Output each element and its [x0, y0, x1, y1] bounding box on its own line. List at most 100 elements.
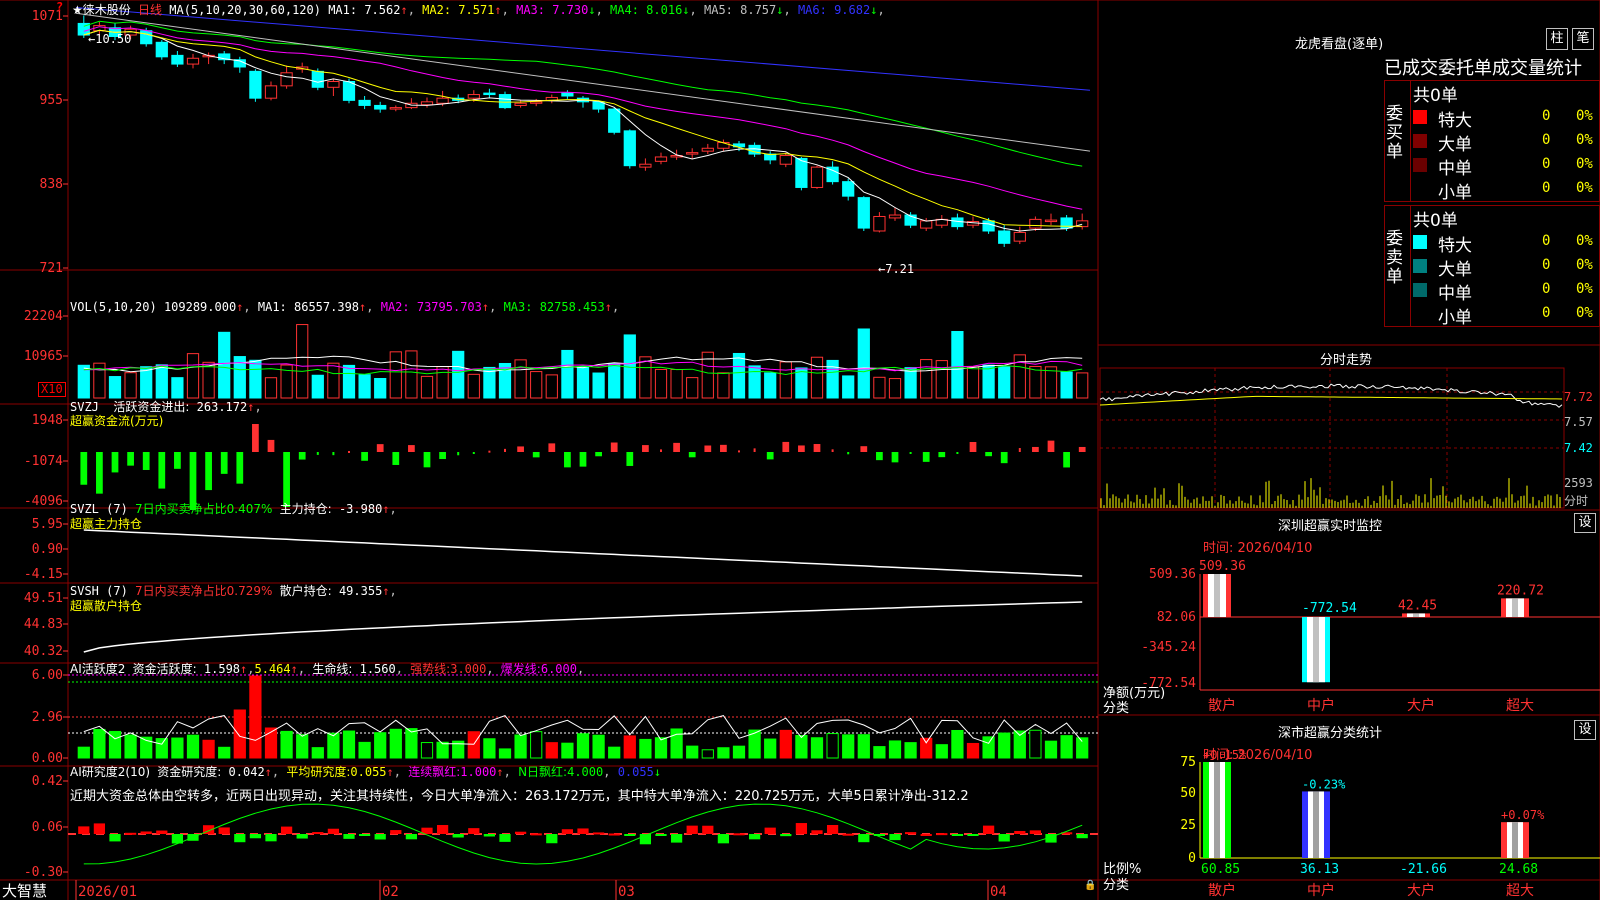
- svzj-bar: [488, 450, 491, 453]
- ai-active-bar: [592, 734, 605, 759]
- candle-body: [436, 97, 449, 104]
- svzj-bar: [579, 452, 587, 467]
- candle-body: [842, 181, 855, 197]
- life-line-value: 1.560: [359, 662, 396, 676]
- vol-ma-arrow-3: ↑: [604, 300, 612, 314]
- svzj-bar: [985, 452, 992, 457]
- research-bar: [624, 834, 636, 836]
- research-bar: [483, 834, 496, 837]
- volume-bar: [982, 364, 995, 399]
- sz-monitor-y-label-2: -345.24: [1141, 640, 1196, 655]
- candle-body: [1029, 218, 1042, 229]
- svzj-bar: [766, 452, 774, 460]
- buy-swatch-0: [1413, 110, 1427, 124]
- lock-icon[interactable]: 🔒: [1084, 880, 1096, 891]
- ai-active-bar: [795, 734, 808, 759]
- research-bar: [655, 834, 667, 836]
- burst-line-value: 6.000: [540, 662, 577, 676]
- ai-active-bar: [296, 734, 309, 759]
- research-value: 0.042: [228, 765, 265, 779]
- corner-mark[interactable]: ?: [56, 0, 63, 14]
- candle-body: [483, 92, 496, 96]
- svzj-value: 263.172: [196, 400, 248, 414]
- tick-mode-button[interactable]: 笔: [1572, 28, 1594, 50]
- research-bar: [78, 826, 90, 834]
- buy-row-pct-0: 0%: [1576, 108, 1593, 124]
- intraday-frame: [1099, 367, 1565, 509]
- candle-body: [982, 220, 995, 232]
- buy-row-label-2: 中单: [1438, 159, 1472, 179]
- sell-total: 共0单: [1413, 211, 1458, 231]
- sz-class-bottom-value-3: 24.68: [1499, 862, 1538, 877]
- ai-active-label: 资金活跃度:: [132, 662, 197, 676]
- candle-body: [467, 94, 480, 99]
- ai-active-bar: [576, 733, 590, 759]
- svzj-bar: [408, 445, 415, 452]
- ai-active-bar: [202, 739, 215, 759]
- volume-bar: [202, 361, 215, 399]
- svzj-bar: [688, 452, 696, 458]
- sell-side-divider: [1410, 205, 1411, 327]
- candle-body: [920, 220, 933, 229]
- volume-bar: [561, 349, 574, 399]
- intraday-price-low: 7.42: [1564, 441, 1593, 455]
- intraday-price-mid: 7.57: [1564, 415, 1593, 429]
- volume-bar: [389, 351, 402, 399]
- candle-body: [873, 215, 886, 232]
- sz-class-category-2: 大户: [1407, 882, 1435, 899]
- svzj-bar: [423, 452, 431, 468]
- research-bar: [530, 833, 542, 836]
- sz-monitor-settings-button[interactable]: 设: [1574, 513, 1596, 533]
- continuous-red-label: 连续飘红:: [408, 765, 461, 779]
- volume-bar: [311, 374, 324, 399]
- ai-active-bar: [311, 747, 324, 759]
- sz-class-category-1: 中户: [1307, 882, 1335, 899]
- svsh-y-label-1: 44.83: [24, 617, 63, 632]
- period-label[interactable]: 日线: [138, 3, 162, 17]
- sell-row-label-0: 特大: [1438, 236, 1472, 256]
- main-y-label-3: 721: [40, 261, 63, 276]
- svzl-subtitle: 超赢主力持仓: [70, 517, 143, 531]
- ai-active-bar: [249, 675, 262, 759]
- candle-body: [608, 108, 621, 133]
- sz-monitor-category-1: 中户: [1307, 697, 1335, 714]
- ai-active-bar: [1029, 729, 1042, 759]
- svzj-bar: [472, 452, 475, 454]
- bar-mode-button[interactable]: 柱: [1546, 28, 1568, 50]
- sz-class-settings-button[interactable]: 设: [1574, 720, 1596, 740]
- candle-body: [498, 94, 512, 109]
- intraday-price-high: 7.72: [1564, 390, 1593, 404]
- buy-row-count-0: 0: [1542, 108, 1551, 124]
- ai-active-y-label-1: 2.96: [32, 710, 63, 725]
- ai-active-bar: [998, 732, 1011, 759]
- brand-label[interactable]: 大智慧: [2, 880, 47, 900]
- ai-active-bar: [467, 731, 480, 759]
- svzj-bar: [158, 452, 166, 489]
- volume-bar: [670, 368, 683, 399]
- candle-body: [951, 217, 964, 228]
- svsh-value: 49.355: [338, 584, 383, 598]
- svzj-y-label-2: -4096: [24, 494, 63, 509]
- ai-active-value2: 5.464: [254, 662, 291, 676]
- sz-monitor-category-2: 大户: [1407, 697, 1435, 714]
- ma6-line: [75, 6, 1091, 91]
- research-bar: [109, 834, 121, 842]
- svzj-bar: [1078, 446, 1086, 452]
- research-comment: 近期大资金总体由空转多，近两日出现异动，关注其持续性，今日大单净流入：263.1…: [70, 789, 969, 804]
- svzj-bar: [704, 445, 712, 452]
- svzj-bar: [642, 445, 649, 452]
- volume-bar: [935, 360, 948, 399]
- svzj-bar: [860, 446, 868, 452]
- research-bar: [358, 834, 371, 836]
- svzj-subtitle: 超赢资金流(万元): [70, 414, 164, 428]
- candle-body: [140, 30, 153, 45]
- stock-name[interactable]: ★徕木股份: [72, 3, 131, 17]
- research-bar: [1029, 830, 1042, 834]
- volume-bar: [296, 324, 309, 399]
- ai-active-bar: [124, 734, 137, 759]
- intraday-title: 分时走势: [1320, 353, 1373, 368]
- candle-body: [857, 197, 870, 229]
- volume-bar: [108, 376, 122, 399]
- sell-row-count-2: 0: [1542, 281, 1551, 297]
- sell-row-pct-3: 0%: [1576, 305, 1593, 321]
